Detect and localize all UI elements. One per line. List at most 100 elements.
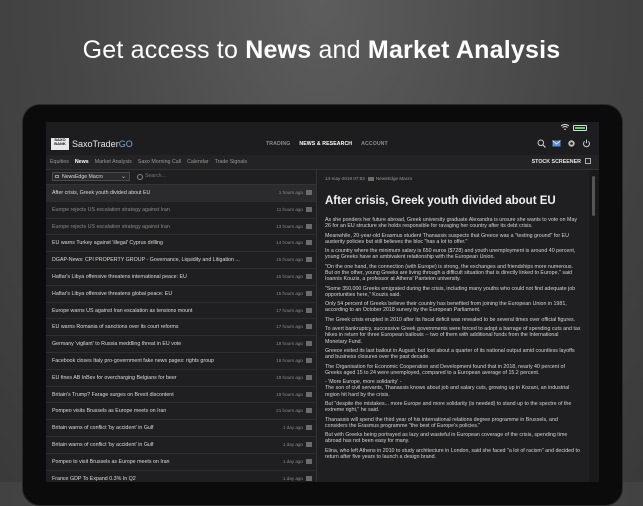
article-paragraph: In a country where the minimum salary is… xyxy=(325,248,576,261)
article-meta: 14-may-2019 07:53 NewsEdge Macro xyxy=(325,176,581,186)
article-title: After crisis, Greek youth divided about … xyxy=(325,195,556,207)
document-icon xyxy=(306,190,312,195)
feed-icon xyxy=(55,175,59,178)
news-time: 19 hours ago xyxy=(276,391,303,397)
news-time: 15 hours ago xyxy=(276,257,303,263)
news-list-item[interactable]: After crisis, Greek youth divided about … xyxy=(46,185,316,202)
news-time: 18 hours ago xyxy=(276,341,303,347)
document-icon xyxy=(306,357,312,363)
news-title: Europe warns US against Iran escalation … xyxy=(52,307,193,314)
news-title: DGAP-News: CPI PROPERTY GROUP - Governan… xyxy=(52,257,240,264)
sub-tab[interactable]: Trade Signals xyxy=(215,159,248,165)
news-list-item[interactable]: EU fines AB InBev for overcharging Belgi… xyxy=(46,370,316,387)
promo-headline: Get access to News and Market Analysis xyxy=(82,36,561,64)
document-icon xyxy=(306,240,312,246)
news-list-item[interactable]: Europe warns US against Iran escalation … xyxy=(46,303,316,320)
document-icon xyxy=(306,441,312,447)
news-list-item[interactable]: DGAP-News: CPI PROPERTY GROUP - Governan… xyxy=(46,252,316,269)
news-list-item[interactable]: Germany 'vigilant' to Russia meddling th… xyxy=(46,336,316,353)
app-brand: SaxoTraderGO xyxy=(72,139,133,149)
document-icon xyxy=(306,391,312,397)
power-icon[interactable] xyxy=(582,139,591,148)
news-list-item[interactable]: EU warns Romania of sanctions over its c… xyxy=(46,319,316,337)
top-icons xyxy=(537,139,591,148)
article-paragraph: "On the one hand, the connection (with E… xyxy=(325,263,574,283)
news-time: 1 day ago xyxy=(282,441,303,447)
news-list-item[interactable]: Britain warns of conflict 'by accident' … xyxy=(46,420,316,437)
search-icon xyxy=(137,174,143,180)
document-icon xyxy=(306,458,312,464)
filter-bar: NewsEdge Macro ⌄ Search... xyxy=(46,170,316,185)
main-nav-item[interactable]: NEWS & RESEARCH xyxy=(299,141,352,147)
news-source-select[interactable]: NewsEdge Macro ⌄ xyxy=(52,172,130,181)
news-title: Haftar's Libya offensive threatens inter… xyxy=(52,273,187,280)
article-paragraph: Elina, who left Athens in 2010 to study … xyxy=(325,447,580,460)
scrollbar-thumb[interactable] xyxy=(592,176,595,216)
news-title: Pompeo visits Brussels as Europe meets o… xyxy=(52,408,167,415)
article-paragraph: Thanassis will spend the third year of h… xyxy=(325,416,558,429)
settings-icon[interactable] xyxy=(567,139,576,148)
news-list-item[interactable]: Britain warns of conflict 'by accident' … xyxy=(46,437,316,454)
news-title: Europe rejects US escalation strategy ag… xyxy=(52,206,170,213)
external-link-icon[interactable] xyxy=(585,158,591,164)
article-paragraph: "Some 350,000 Greeks emigrated during th… xyxy=(325,285,576,298)
news-list-item[interactable]: Haftar's Libya offensive threatens inter… xyxy=(46,269,316,286)
stock-screener-button[interactable]: STOCK SCREENER xyxy=(532,159,581,165)
sub-tab[interactable]: Calendar xyxy=(187,159,209,165)
saxo-logo: SAXO BANK xyxy=(51,138,69,150)
main-nav-item[interactable]: TRADING xyxy=(266,141,290,147)
document-icon xyxy=(367,176,374,181)
document-icon xyxy=(306,408,312,414)
article-paragraph: As she ponders her future abroad, Greek … xyxy=(325,217,578,230)
news-time: 11 hours ago xyxy=(276,206,303,212)
news-time: 1 hours ago xyxy=(278,190,303,195)
news-list-item[interactable]: Europe rejects US escalation strategy ag… xyxy=(46,202,316,219)
top-nav: SAXO BANK SaxoTraderGO TRADING NEWS & RESE… xyxy=(46,135,599,153)
sub-nav: Equities News Market Analysis Saxo Morning … xyxy=(46,155,599,170)
mail-icon[interactable] xyxy=(552,139,561,148)
news-time: 18 hours ago xyxy=(276,357,303,363)
document-icon xyxy=(306,290,312,296)
article-paragraph: Only 54 percent of Greeks believe their … xyxy=(325,301,567,314)
news-title: After crisis, Greek youth divided about … xyxy=(52,190,151,196)
news-title: Germany 'vigilant' to Russia meddling th… xyxy=(52,341,182,348)
news-list-item[interactable]: France GDP To Expand 0.3% In Q2 1 day ago xyxy=(46,471,316,482)
document-icon xyxy=(306,475,312,481)
sub-tab[interactable]: Saxo Morning Call xyxy=(138,159,181,165)
sub-tab[interactable]: News xyxy=(75,159,89,165)
news-list-item[interactable]: EU warns Turkey against 'illegal' Cyprus… xyxy=(46,235,316,253)
news-time: 21 hours ago xyxy=(276,408,303,414)
sub-tabs: Equities News Market Analysis Saxo Morning … xyxy=(50,159,247,165)
news-list-item[interactable]: Britain's Trump? Farage surges on Brexit… xyxy=(46,387,316,404)
chevron-down-icon: ⌄ xyxy=(120,174,126,180)
document-icon xyxy=(306,206,312,212)
news-list-item[interactable]: Pompeo to visit Brussels as Europe meets… xyxy=(46,454,316,471)
main-nav-item[interactable]: ACCOUNT xyxy=(361,141,388,147)
document-icon xyxy=(306,257,312,263)
news-list: After crisis, Greek youth divided about … xyxy=(46,185,316,482)
search-icon[interactable] xyxy=(537,139,546,148)
sub-tab[interactable]: Equities xyxy=(50,159,69,165)
news-title: Britain warns of conflict 'by accident' … xyxy=(52,425,154,432)
news-list-item[interactable]: Pompeo visits Brussels as Europe meets o… xyxy=(46,403,316,421)
news-time: 13 hours ago xyxy=(276,223,303,229)
main-nav: TRADING NEWS & RESEARCH ACCOUNT xyxy=(266,141,388,147)
sub-tab[interactable]: Market Analysis xyxy=(95,159,132,165)
battery-icon xyxy=(573,125,587,131)
news-list-item[interactable]: Europe rejects US escalation strategy ag… xyxy=(46,219,316,236)
news-title: Britain's Trump? Farage surges on Brexit… xyxy=(52,391,174,398)
article-date: 14-may-2019 07:53 xyxy=(325,176,365,181)
document-icon xyxy=(306,223,312,229)
news-list-item[interactable]: Facebook closes Italy pro-government fak… xyxy=(46,353,316,370)
news-title: EU warns Turkey against 'illegal' Cyprus… xyxy=(52,240,163,247)
document-icon xyxy=(306,307,312,313)
article-paragraph: To avert bankruptcy, successive Greek go… xyxy=(325,326,581,345)
article-view: 14-may-2019 07:53 NewsEdge Macro After cr… xyxy=(318,170,589,482)
article-scrollbar[interactable] xyxy=(589,170,599,482)
article-paragraph: But with Greeks being portrayed as lazy … xyxy=(325,432,568,445)
news-time: 19 hours ago xyxy=(276,374,303,380)
news-list-item[interactable]: Haftar's Libya offensive threatens globa… xyxy=(46,286,316,303)
search-input[interactable]: Search... xyxy=(136,172,311,181)
article-paragraph: But "despite the mistakes... more Europe… xyxy=(325,400,572,414)
article-paragraph: - 'More Europe, more solidarity' - The s… xyxy=(325,379,570,398)
